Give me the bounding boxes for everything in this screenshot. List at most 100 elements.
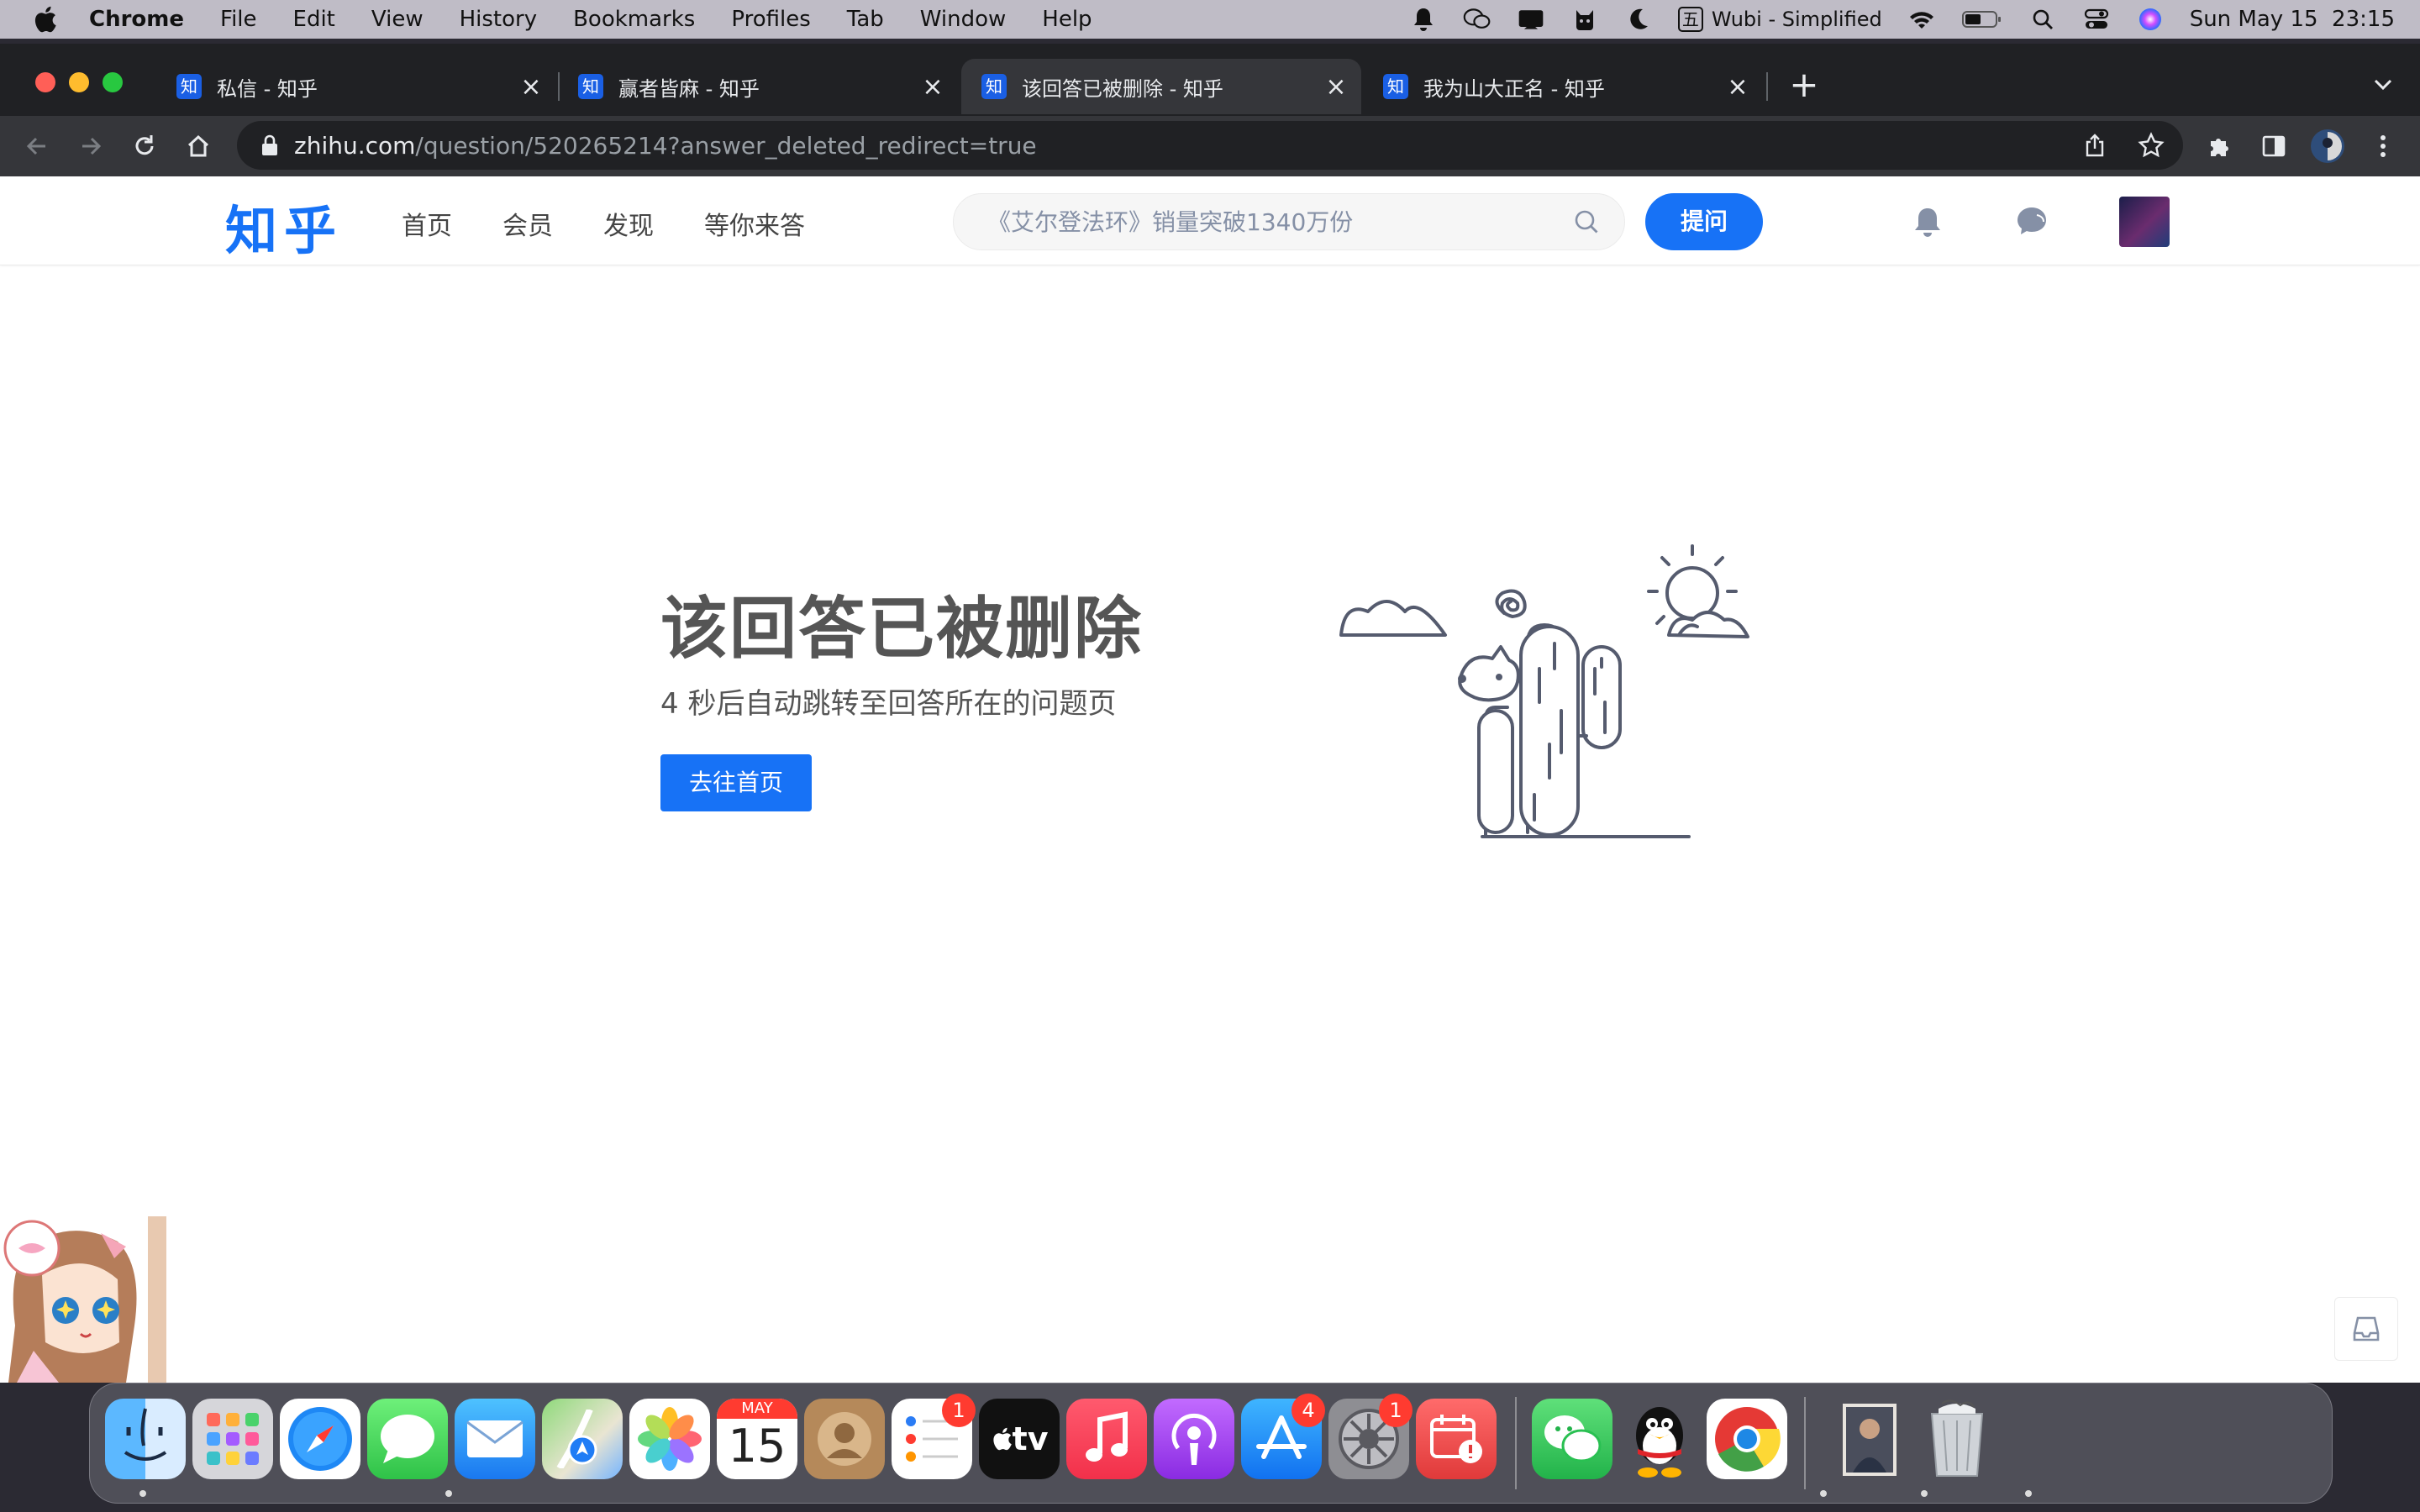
battery-icon[interactable]	[1961, 7, 2003, 32]
window-minimize-button[interactable]	[69, 72, 89, 92]
menu-clock[interactable]: Sun May 15 23:15	[2190, 7, 2395, 32]
dock-podcasts[interactable]	[1154, 1399, 1234, 1479]
apple-tv-label: tv	[1012, 1420, 1049, 1457]
dock-calendar-alert[interactable]	[1416, 1399, 1497, 1479]
finder-face-icon	[124, 1408, 167, 1461]
tab-title: 我为山大正名 - 知乎	[1423, 76, 1605, 101]
zhihu-header: 知乎 首页 会员 发现 等你来答 提问	[0, 176, 2420, 265]
dock-photos[interactable]	[629, 1399, 710, 1479]
chrome-menu-button[interactable]	[2365, 128, 2402, 165]
menu-history[interactable]: History	[460, 7, 538, 32]
dock-app-store[interactable]: 4	[1241, 1394, 1325, 1479]
anime-mascot-image[interactable]	[0, 1216, 166, 1383]
cast-status-icon[interactable]	[1517, 7, 1545, 32]
dock-maps[interactable]	[542, 1399, 623, 1479]
side-feedback-button[interactable]	[2334, 1297, 2398, 1361]
window-close-button[interactable]	[35, 72, 55, 92]
side-panel-button[interactable]	[2255, 128, 2292, 165]
back-button[interactable]	[18, 128, 55, 165]
spotlight-search-icon[interactable]	[2028, 7, 2057, 32]
tab-close-icon[interactable]: ×	[1721, 72, 1754, 102]
tab-winners[interactable]: 知 赢者皆麻 - 知乎 ×	[558, 59, 958, 114]
wechat-status-icon[interactable]	[1463, 7, 1491, 32]
tab-close-icon[interactable]: ×	[916, 72, 950, 102]
menu-view[interactable]: View	[371, 7, 424, 32]
menu-help[interactable]: Help	[1042, 7, 1092, 32]
tab-close-icon[interactable]: ×	[1319, 72, 1353, 102]
dock-calendar[interactable]: MAY 15	[717, 1399, 797, 1479]
moon-icon[interactable]	[1624, 7, 1653, 32]
kebab-menu-icon	[2381, 135, 2386, 157]
cat-status-icon[interactable]	[1570, 7, 1599, 32]
home-button[interactable]	[180, 128, 217, 165]
tab-close-icon[interactable]: ×	[514, 72, 548, 102]
back-arrow-icon	[26, 137, 45, 155]
nav-discover[interactable]: 发现	[603, 205, 654, 242]
window-zoom-button[interactable]	[103, 72, 123, 92]
control-center-icon[interactable]	[2082, 7, 2111, 32]
dock-safari[interactable]	[280, 1399, 360, 1479]
nav-home[interactable]: 首页	[402, 205, 452, 242]
music-note-icon	[1086, 1411, 1128, 1462]
tab-search-chevron-icon[interactable]	[2368, 69, 2398, 99]
dock-music[interactable]	[1066, 1399, 1147, 1479]
message-bubble-icon	[381, 1415, 434, 1463]
dock-qq[interactable]	[1619, 1399, 1700, 1479]
reload-button[interactable]	[126, 128, 163, 165]
nav-membership[interactable]: 会员	[502, 205, 553, 242]
address-bar[interactable]: zhihu.com/question/520265214?answer_dele…	[237, 121, 2183, 170]
siri-icon[interactable]	[2136, 7, 2165, 32]
tab-title: 该回答已被删除 - 知乎	[1022, 76, 1223, 101]
photos-flower-icon	[638, 1407, 702, 1471]
wifi-icon[interactable]	[1907, 7, 1936, 32]
dock-finder[interactable]	[105, 1399, 186, 1479]
nav-waiting-answers[interactable]: 等你来答	[704, 205, 805, 242]
dock-trash[interactable]	[1917, 1399, 1997, 1479]
tab-answer-deleted[interactable]: 知 该回答已被删除 - 知乎 ×	[961, 59, 1361, 114]
new-tab-button[interactable]: +	[1785, 66, 1823, 104]
messages-bubble-icon[interactable]	[2013, 203, 2050, 240]
dock-reminders[interactable]: 1	[892, 1394, 976, 1479]
dock-contacts[interactable]	[804, 1399, 885, 1479]
dock-downloads-stack[interactable]	[1829, 1399, 1910, 1479]
dock-messages[interactable]	[367, 1399, 448, 1479]
bookmark-star-icon[interactable]	[2138, 132, 2165, 159]
dock-wechat[interactable]	[1532, 1399, 1612, 1479]
dock-chrome[interactable]	[1707, 1399, 1787, 1479]
menu-edit[interactable]: Edit	[293, 7, 335, 32]
tab-shanda[interactable]: 知 我为山大正名 - 知乎 ×	[1363, 59, 1763, 114]
calendar-day: 15	[728, 1420, 786, 1473]
dock-mail[interactable]	[455, 1399, 535, 1479]
dock: MAY 15 1 tv 4 1	[89, 1383, 2333, 1504]
dock-launchpad[interactable]	[192, 1399, 273, 1479]
forward-button[interactable]	[72, 128, 109, 165]
share-icon[interactable]	[2082, 133, 2107, 158]
trash-can-icon	[1930, 1399, 1984, 1477]
profile-avatar-icon	[2311, 129, 2344, 163]
profile-avatar-button[interactable]	[2309, 128, 2346, 165]
dock-system-preferences[interactable]: 1	[1328, 1394, 1413, 1479]
menu-tab[interactable]: Tab	[847, 7, 884, 32]
menu-file[interactable]: File	[220, 7, 257, 32]
envelope-icon	[466, 1420, 523, 1457]
dock-apple-tv[interactable]: tv	[979, 1399, 1060, 1479]
tab-private-messages[interactable]: 知 私信 - 知乎 ×	[156, 59, 556, 114]
ask-question-button[interactable]: 提问	[1645, 193, 1763, 250]
calendar-alert-icon	[1430, 1415, 1482, 1463]
user-avatar[interactable]	[2119, 197, 2170, 247]
lock-icon[interactable]	[260, 134, 279, 156]
apple-logo-icon[interactable]	[32, 5, 57, 34]
menu-bookmarks[interactable]: Bookmarks	[573, 7, 695, 32]
notification-bell-icon[interactable]	[1909, 203, 1946, 240]
menu-profiles[interactable]: Profiles	[731, 7, 810, 32]
menu-app-name[interactable]: Chrome	[89, 7, 184, 32]
bell-status-icon[interactable]	[1409, 7, 1438, 32]
input-method-menu[interactable]: 五 Wubi - Simplified	[1677, 7, 1882, 32]
go-home-button[interactable]: 去往首页	[660, 754, 812, 811]
search-input[interactable]	[954, 207, 1572, 236]
search-icon[interactable]	[1572, 207, 1601, 236]
zhihu-logo[interactable]: 知乎	[225, 188, 343, 264]
menu-window[interactable]: Window	[920, 7, 1007, 32]
extensions-button[interactable]	[2202, 128, 2238, 165]
zhihu-favicon-icon: 知	[176, 74, 202, 99]
